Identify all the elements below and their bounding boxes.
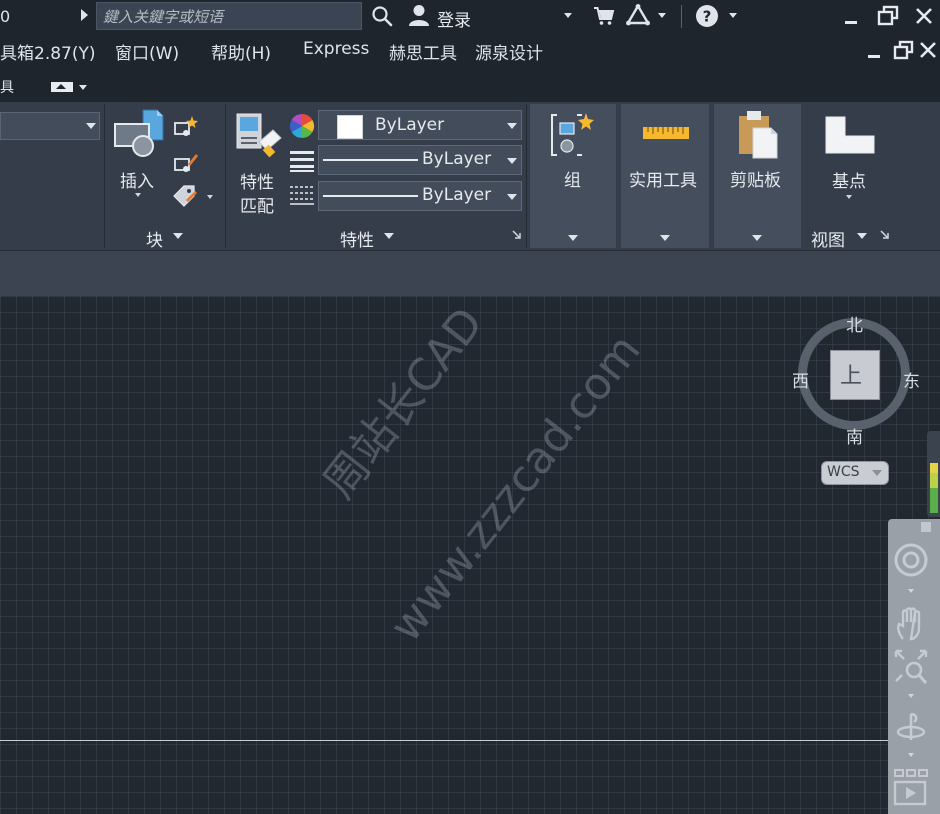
steering-wheel-icon[interactable] xyxy=(893,542,929,578)
titlebar-separator xyxy=(681,5,682,28)
properties-panel-expand-arrow[interactable] xyxy=(384,233,394,239)
login-dropdown-arrow[interactable] xyxy=(564,13,572,18)
edit-block-icon[interactable] xyxy=(172,150,198,176)
menu-item-express[interactable]: Express xyxy=(303,39,369,59)
layer-dropdown[interactable] xyxy=(0,112,100,140)
user-icon[interactable] xyxy=(407,3,431,27)
lineweight-preview xyxy=(323,195,418,197)
block-attribute-dropdown[interactable] xyxy=(207,195,213,199)
meter-gradient-icon xyxy=(930,463,938,513)
a360-connect-icon[interactable] xyxy=(625,3,651,27)
help-icon[interactable]: ? xyxy=(695,4,719,28)
utilities-label[interactable]: 实用工具 xyxy=(629,166,697,191)
properties-dialog-launcher-icon[interactable] xyxy=(512,230,522,240)
compass-east[interactable]: 东 xyxy=(903,367,920,392)
login-link[interactable]: 登录 xyxy=(437,6,471,31)
linetype-dropdown-arrow[interactable] xyxy=(507,158,517,164)
match-properties-icon[interactable] xyxy=(235,112,285,162)
help-dropdown-arrow[interactable] xyxy=(729,13,737,18)
doc-minimize-icon[interactable] xyxy=(862,38,888,64)
layer-dropdown-arrow[interactable] xyxy=(86,123,96,129)
block-panel-title[interactable]: 块 xyxy=(146,226,163,251)
group-label[interactable]: 组 xyxy=(564,166,581,191)
panel-separator xyxy=(225,104,226,248)
doc-restore-icon[interactable] xyxy=(891,38,917,64)
basepoint-dropdown[interactable] xyxy=(846,195,852,199)
crosshair-line xyxy=(0,740,937,741)
clipboard-expand-arrow[interactable] xyxy=(752,235,762,241)
menu-item-help[interactable]: 帮助(H) xyxy=(211,39,271,64)
properties-panel-title[interactable]: 特性 xyxy=(340,226,374,251)
block-panel-expand-arrow[interactable] xyxy=(173,233,183,239)
view-panel-title[interactable]: 视图 xyxy=(811,226,845,251)
viewcube-face-label: 上 xyxy=(840,364,863,389)
menu-item-yuanquan-design[interactable]: 源泉设计 xyxy=(475,39,543,64)
lineweight-value: ByLayer xyxy=(422,185,492,205)
close-window-icon[interactable] xyxy=(911,3,937,29)
restore-window-icon[interactable] xyxy=(875,3,901,29)
lineweight-icon xyxy=(290,186,314,205)
search-expand-arrow[interactable] xyxy=(81,9,88,21)
ribbon-tab-partial[interactable]: 具 xyxy=(0,77,14,97)
menu-item-window[interactable]: 窗口(W) xyxy=(115,39,179,64)
groups-expand-arrow[interactable] xyxy=(568,235,578,241)
ribbon-tab-row xyxy=(0,67,940,102)
orbit-icon[interactable] xyxy=(896,710,926,746)
panel-separator xyxy=(526,104,527,248)
view-dialog-launcher-icon[interactable] xyxy=(880,230,890,240)
linetype-icon xyxy=(290,151,314,172)
compass-north[interactable]: 北 xyxy=(846,311,863,336)
menu-item-hesi-tools[interactable]: 赫思工具 xyxy=(389,39,457,64)
compass-south[interactable]: 南 xyxy=(846,423,863,448)
a360-dropdown-arrow[interactable] xyxy=(658,13,666,18)
basepoint-label[interactable]: 基点 xyxy=(832,167,866,192)
wcs-label: WCS xyxy=(827,464,860,480)
measure-ruler-icon xyxy=(643,127,689,139)
navbar-close-button[interactable] xyxy=(921,522,931,532)
search-input[interactable]: 鍵入关鍵字或短语 xyxy=(96,2,362,30)
zoom-dropdown[interactable] xyxy=(908,694,914,698)
basepoint-icon[interactable] xyxy=(825,116,875,154)
compass-west[interactable]: 西 xyxy=(792,367,809,392)
ribbon-minimize-dropdown[interactable] xyxy=(79,85,87,90)
doc-close-icon[interactable] xyxy=(916,38,940,64)
minimize-window-icon[interactable] xyxy=(838,3,864,29)
color-dropdown-arrow[interactable] xyxy=(507,123,517,129)
wcs-dropdown-arrow xyxy=(872,470,882,476)
ribbon-minimize-arrow-icon xyxy=(56,84,66,89)
zoom-extents-icon[interactable] xyxy=(893,648,929,686)
svg-text:?: ? xyxy=(703,8,712,26)
insert-dropdown-arrow[interactable] xyxy=(135,193,141,197)
pan-hand-icon[interactable] xyxy=(894,606,928,642)
block-attribute-icon[interactable] xyxy=(172,184,198,210)
showmotion-icon[interactable] xyxy=(893,768,929,808)
cart-icon[interactable] xyxy=(593,5,615,27)
linetype-preview xyxy=(323,159,418,161)
orbit-dropdown[interactable] xyxy=(908,753,914,757)
title-left-fragment: 0 xyxy=(0,7,11,26)
match-properties-label-1[interactable]: 特性 xyxy=(240,168,274,193)
lineweight-dropdown-arrow[interactable] xyxy=(507,194,517,200)
linetype-value: ByLayer xyxy=(422,149,492,169)
steering-wheel-dropdown[interactable] xyxy=(908,589,914,593)
clipboard-label[interactable]: 剪贴板 xyxy=(730,166,781,191)
group-icon xyxy=(551,113,594,156)
panel-separator xyxy=(104,104,105,248)
insert-label[interactable]: 插入 xyxy=(120,167,154,192)
view-panel-expand-arrow[interactable] xyxy=(857,233,867,239)
insert-block-icon[interactable] xyxy=(113,108,165,158)
color-wheel-icon xyxy=(289,114,315,138)
match-properties-label-2[interactable]: 匹配 xyxy=(240,192,274,217)
menu-item-toolbox[interactable]: 具箱2.87(Y) xyxy=(0,39,96,64)
search-icon[interactable] xyxy=(371,5,393,27)
color-swatch xyxy=(337,115,363,139)
utilities-expand-arrow[interactable] xyxy=(660,235,670,241)
file-tab-strip xyxy=(0,250,940,297)
color-value: ByLayer xyxy=(375,115,445,135)
create-block-icon[interactable] xyxy=(172,114,198,140)
paste-clipboard-icon xyxy=(739,111,778,159)
